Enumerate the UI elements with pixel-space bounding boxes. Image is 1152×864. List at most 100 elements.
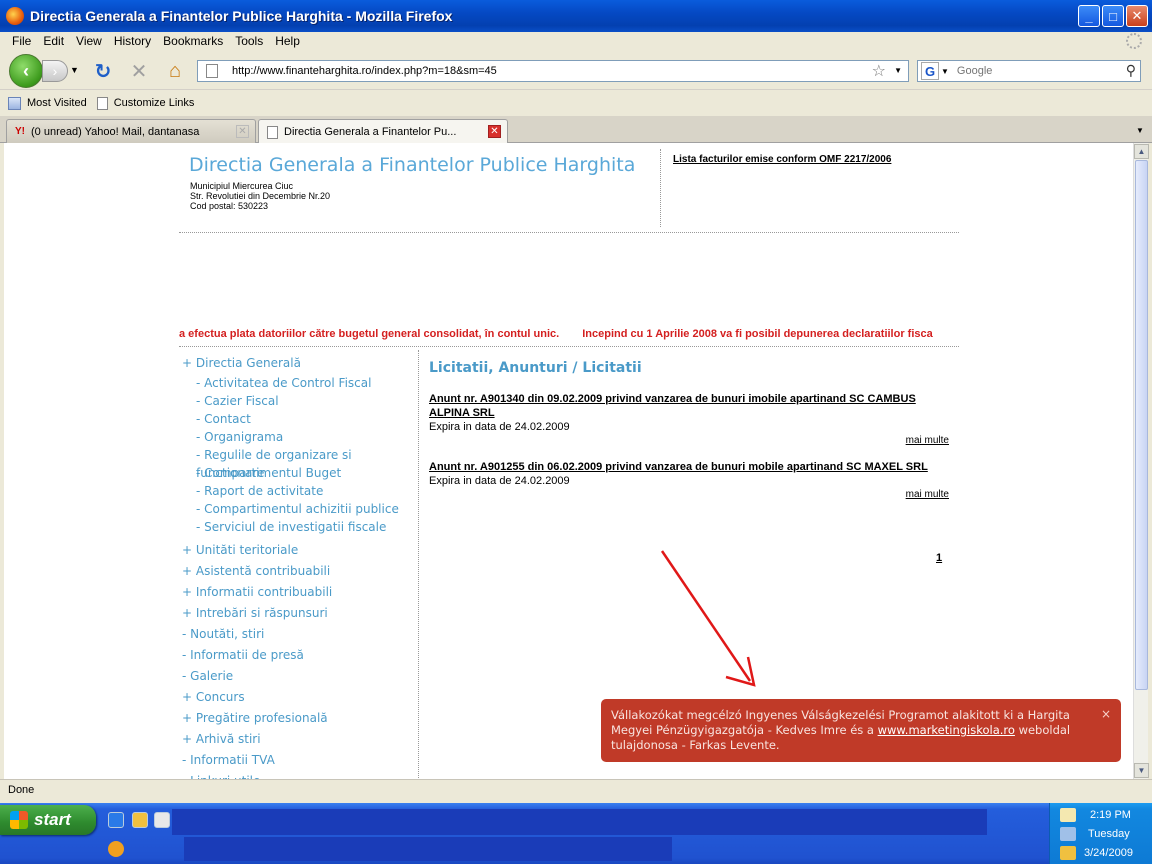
bookmark-star-icon[interactable]: ☆ [872,61,886,81]
sidebar-subitem[interactable]: - Regulile de organizare si functionare [182,446,422,480]
media-player-icon[interactable] [108,841,124,857]
tab-close-icon[interactable]: ✕ [236,125,249,138]
sidebar-item[interactable]: + Arhivă stiri [182,729,422,750]
arrow-left-icon: ‹ [23,60,29,81]
sidebar-subitem[interactable]: - Organigrama [182,428,422,446]
menu-tools[interactable]: Tools [229,34,269,48]
menu-help[interactable]: Help [269,34,306,48]
page-icon [267,125,278,139]
menu-edit[interactable]: Edit [37,34,70,48]
search-icon[interactable]: ⚲ [1126,62,1136,79]
sidebar-subitem[interactable]: - Compartimentul achizitii publice [182,500,422,518]
section-heading: Licitatii, Anunturi / Licitatii [429,360,642,376]
network-icon[interactable] [1060,827,1076,841]
sidebar-item[interactable]: + Unităti teritoriale [182,540,422,561]
maximize-button[interactable]: □ [1102,5,1124,27]
search-input[interactable] [956,65,1117,77]
google-icon[interactable]: G [921,62,939,80]
taskbar-buttons-redacted [172,809,987,835]
sidebar-subitem[interactable]: - Activitatea de Control Fiscal [182,374,422,392]
menu-bar: File Edit View History Bookmarks Tools H… [0,32,1152,50]
menu-file[interactable]: File [6,34,37,48]
vertical-scrollbar[interactable]: ▲ ▼ [1133,143,1149,779]
throbber-icon [1126,33,1142,49]
sidebar-item[interactable]: + Concurs [182,687,422,708]
sidebar-item-directia-generala[interactable]: + Directia Generală [182,353,422,374]
forward-button[interactable]: › [42,60,68,82]
taskbar-buttons-redacted [184,837,672,861]
quicklaunch-icon[interactable] [154,812,170,828]
tab-label: (0 unread) Yahoo! Mail, dantanasa [31,125,200,138]
window-titlebar[interactable]: Directia Generala a Finantelor Publice H… [0,0,1152,32]
sidebar-subitem[interactable]: - Contact [182,410,422,428]
address-line: Cod postal: 530223 [190,201,269,211]
scroll-down-icon[interactable]: ▼ [1134,763,1149,778]
window-title: Directia Generala a Finantelor Publice H… [30,8,453,24]
menu-bookmarks[interactable]: Bookmarks [157,34,229,48]
sidebar-item[interactable]: + Pregătire profesională [182,708,422,729]
sidebar-subitem[interactable]: - Raport de activitate [182,482,422,500]
close-window-button[interactable]: ✕ [1126,5,1148,27]
clock-icon[interactable] [1060,846,1076,860]
more-link[interactable]: mai multe [429,489,949,500]
sidebar-item[interactable]: + Asistentă contribuabili [182,561,422,582]
home-icon[interactable]: ⌂ [164,60,186,82]
url-text[interactable]: http://www.finanteharghita.ro/index.php?… [232,65,497,77]
start-button[interactable]: start [0,805,96,835]
tab-yahoo-mail[interactable]: Y! (0 unread) Yahoo! Mail, dantanasa ✕ [6,119,256,143]
start-label: start [34,810,71,829]
tab-directia-generala[interactable]: Directia Generala a Finantelor Pu... ✕ [258,119,508,144]
back-button[interactable]: ‹ [9,54,43,88]
menu-view[interactable]: View [70,34,108,48]
sidebar-item[interactable]: - Informatii TVA [182,750,422,771]
menu-history[interactable]: History [108,34,157,48]
mail-icon[interactable] [1060,808,1076,822]
url-dropdown-icon[interactable]: ▼ [894,66,902,75]
tab-close-icon[interactable]: ✕ [488,125,501,138]
history-dropdown-icon[interactable]: ▼ [70,65,79,75]
toast-close-icon[interactable]: × [1101,707,1111,722]
sidebar-item[interactable]: + Intrebări si răspunsuri [182,603,422,624]
announcement-title-link[interactable]: Anunt nr. A901340 din 09.02.2009 privind… [429,392,949,420]
status-text: Done [8,784,35,796]
invoice-list-link[interactable]: Lista facturilor emise conform OMF 2217/… [673,154,891,165]
ie-icon[interactable] [108,812,124,828]
navigation-toolbar: ‹ › ▼ ↻ ✕ ⌂ http://www.finanteharghita.r… [0,52,1152,90]
sidebar-subitem[interactable]: - Compartimentul Buget [182,464,422,482]
sidebar-nav: + Directia Generală - Activitatea de Con… [182,353,422,779]
search-bar[interactable]: G ▼ ⚲ [917,60,1141,82]
sidebar-subitem[interactable]: - Serviciul de investigatii fiscale [182,518,422,536]
address-line: Municipiul Miercurea Ciuc [190,181,294,191]
tray-time[interactable]: 2:19 PM [1090,809,1131,821]
address-block: Municipiul Miercurea Ciuc Str. Revolutie… [190,181,330,211]
sidebar-item[interactable]: - Noutăti, stiri [182,624,422,645]
sidebar-subitem[interactable]: - Cazier Fiscal [182,392,422,410]
reload-icon[interactable]: ↻ [92,60,114,83]
minimize-button[interactable]: _ [1078,5,1100,27]
marketingiskola-link[interactable]: www.marketingiskola.ro [878,723,1015,737]
search-engine-dropdown-icon[interactable]: ▼ [941,67,949,76]
site-title[interactable]: Directia Generala a Finantelor Publice H… [189,154,635,176]
announcement-title-link[interactable]: Anunt nr. A901255 din 06.02.2009 privind… [429,460,949,474]
sidebar-item[interactable]: - Galerie [182,666,422,687]
url-bar[interactable]: http://www.finanteharghita.ro/index.php?… [197,60,909,82]
tray-day: Tuesday [1088,828,1130,840]
page-number-link[interactable]: 1 [936,552,942,564]
sidebar-item[interactable]: + Informatii contribuabili [182,582,422,603]
more-link[interactable]: mai multe [429,435,949,446]
tab-list-dropdown-icon[interactable]: ▼ [1132,122,1148,138]
quicklaunch-icon[interactable] [132,812,148,828]
scroll-thumb[interactable] [1135,160,1148,690]
sidebar-divider [418,350,419,779]
ticker-text: a efectua plata datoriilor către bugetul… [179,328,560,340]
header-separator [179,232,959,233]
bookmark-most-visited[interactable]: Most Visited [8,96,87,110]
ticker-separator [179,346,959,347]
sidebar-item[interactable]: - Linkuri utile [182,771,422,779]
sidebar-item[interactable]: - Informatii de presă [182,645,422,666]
scroll-up-icon[interactable]: ▲ [1134,144,1149,159]
bookmark-customize-links[interactable]: Customize Links [96,96,194,110]
yahoo-icon: Y! [15,126,25,137]
stop-icon[interactable]: ✕ [128,60,150,83]
bookmarks-toolbar: Most Visited Customize Links [0,91,1152,115]
